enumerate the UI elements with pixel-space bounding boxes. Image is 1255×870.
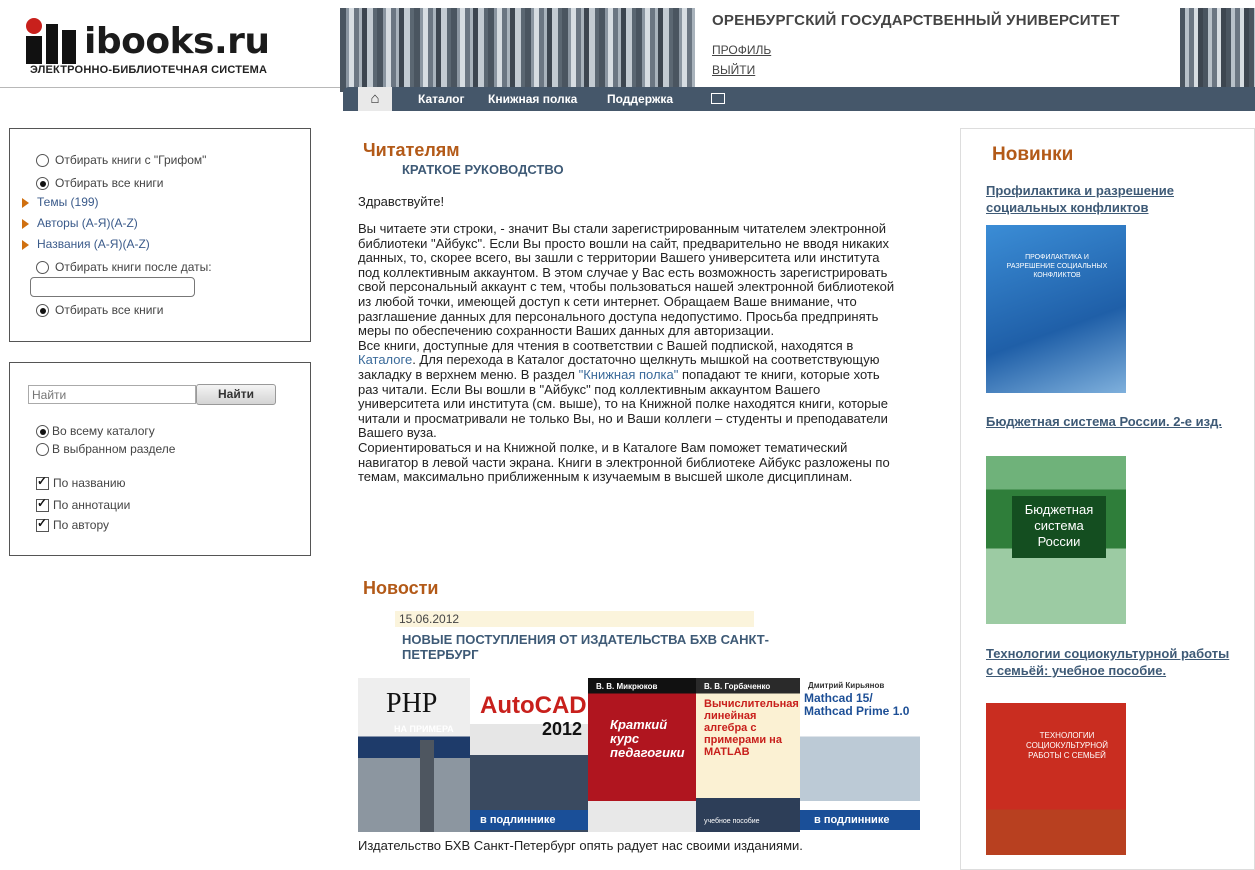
after-date-option[interactable]: Отбирать книги после даты: [36,260,212,275]
book-cover-mathcad[interactable]: Дмитрий Кирьянов Mathcad 15/ Mathcad Pri… [800,678,920,832]
grif-radio[interactable] [36,154,49,168]
paragraph-1: Вы читаете эти строки, - значит Вы стали… [358,221,895,339]
logout-link[interactable]: ВЫЙТИ [712,63,755,77]
publisher-text: Издательство БХВ Санкт-Петербург опять р… [358,838,803,853]
new-book-cover-3[interactable]: ТЕХНОЛОГИИ СОЦИОКУЛЬТУРНОЙ РАБОТЫ С СЕМЬ… [986,703,1126,855]
readers-heading: Читателям [363,140,460,160]
nav-catalog[interactable]: Каталог [418,87,465,111]
home-icon[interactable]: ⌂ [358,87,392,111]
book-cover-php[interactable]: PHP НА ПРИМЕРА [358,678,470,832]
by-annotation-option[interactable]: По аннотации [36,496,130,513]
mail-icon[interactable] [711,93,725,104]
profile-link[interactable]: ПРОФИЛЬ [712,43,771,57]
news-covers: PHP НА ПРИМЕРА AutoCAD 2012 в подлиннике… [358,678,920,832]
nav-bookshelf[interactable]: Книжная полка [488,87,577,111]
after-date-radio[interactable] [36,261,49,275]
tree-themes[interactable]: Темы (199) [22,195,99,209]
main-text: Вы читаете эти строки, - значит Вы стали… [358,221,898,485]
search-button[interactable]: Найти [196,384,276,405]
scope-all-option[interactable]: Во всему каталогу [36,424,155,439]
logo-subtitle: ЭЛЕКТРОННО-БИБЛИОТЕЧНАЯ СИСТЕМА [30,64,268,76]
books-banner [340,8,695,92]
expand-arrow-icon [22,197,29,208]
header-divider [0,87,340,88]
logo[interactable]: ibooks.ru ЭЛЕКТРОННО-БИБЛИОТЕЧНАЯ СИСТЕМ… [22,18,272,78]
books-banner-right [1180,8,1255,92]
scope-section-radio[interactable] [36,443,49,457]
new-book-cover-1[interactable]: ПРОФИЛАКТИКА И РАЗРЕШЕНИЕ СОЦИАЛЬНЫХ КОН… [986,225,1126,393]
new-book-title-2[interactable]: Бюджетная система России. 2-е изд. [986,413,1231,430]
paragraph-2: Все книги, доступные для чтения в соотве… [358,337,888,441]
news-headline[interactable]: НОВЫЕ ПОСТУПЛЕНИЯ ОТ ИЗДАТЕЛЬСТВА БХВ СА… [402,632,842,662]
by-author-checkbox[interactable] [36,516,49,533]
scope-all-radio[interactable] [36,425,49,439]
filter-panel: Отбирать книги с "Грифом" Отбирать все к… [9,128,311,342]
tree-titles[interactable]: Названия (А-Я)(A-Z) [22,237,150,251]
by-title-option[interactable]: По названию [36,474,126,491]
new-book-title-1[interactable]: Профилактика и разрешение социальных кон… [986,182,1231,216]
all-books-radio-2[interactable] [36,304,49,318]
bookshelf-link[interactable]: "Книжная полка" [579,367,679,382]
logo-mark-icon [22,18,78,64]
book-cover-autocad[interactable]: AutoCAD 2012 в подлиннике [470,678,588,832]
news-heading: Новости [363,578,439,598]
expand-arrow-icon [22,239,29,250]
all-books-option[interactable]: Отбирать все книги [36,176,163,191]
by-title-checkbox[interactable] [36,474,49,491]
nav-support[interactable]: Поддержка [607,87,673,111]
top-nav: ⌂ Каталог Книжная полка Поддержка [343,87,1255,111]
new-books-heading: Новинки [992,144,1074,165]
greeting-text: Здравствуйте! [358,194,445,209]
paragraph-3: Сориентироваться и на Книжной полке, и в… [358,439,890,485]
university-name: ОРЕНБУРГСКИЙ ГОСУДАРСТВЕННЫЙ УНИВЕРСИТЕТ [712,12,1120,29]
scope-section-option[interactable]: В выбранном разделе [36,442,175,457]
date-input[interactable] [30,277,195,297]
new-book-cover-2[interactable]: Бюджетная система России [986,456,1126,624]
tree-authors[interactable]: Авторы (А-Я)(A-Z) [22,216,138,230]
news-date: 15.06.2012 [395,611,754,627]
guide-heading: КРАТКОЕ РУКОВОДСТВО [402,162,564,177]
expand-arrow-icon [22,218,29,229]
by-author-option[interactable]: По автору [36,516,109,533]
all-books-option-2[interactable]: Отбирать все книги [36,303,163,318]
by-annotation-checkbox[interactable] [36,496,49,513]
search-panel: Найти Во всему каталогу В выбранном разд… [9,362,311,556]
catalog-link[interactable]: Каталоге [358,352,412,368]
new-book-title-3[interactable]: Технологии социокультурной работы с семь… [986,645,1231,679]
book-cover-matlab[interactable]: В. В. Горбаченко Вычислительная линейная… [696,678,800,832]
search-input[interactable] [28,385,196,404]
all-books-radio[interactable] [36,177,49,191]
grif-option[interactable]: Отбирать книги с "Грифом" [36,153,206,168]
book-cover-pedagogy[interactable]: В. В. Микрюков Краткий курс педагогики [588,678,696,832]
logo-text: ibooks.ru [84,21,270,62]
header: ibooks.ru ЭЛЕКТРОННО-БИБЛИОТЕЧНАЯ СИСТЕМ… [0,0,1255,112]
